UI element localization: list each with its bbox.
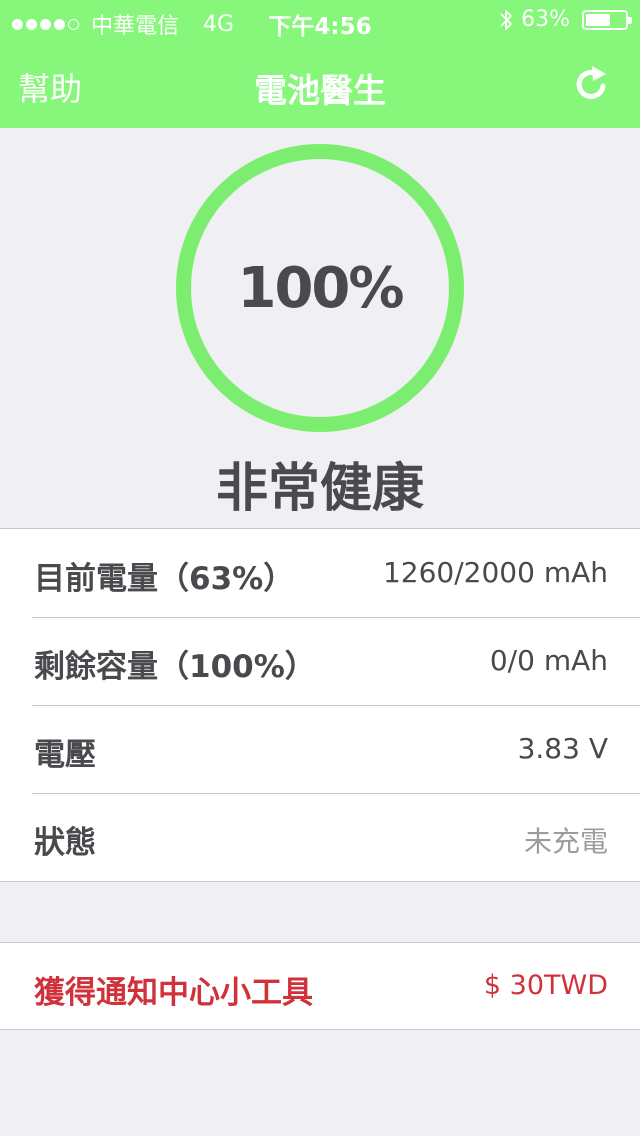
info-label: 狀態 <box>34 825 96 861</box>
bluetooth-icon <box>500 9 512 30</box>
widget-price: $ 30TWD <box>483 970 608 1001</box>
info-row-voltage: 電壓 3.83 V <box>0 705 640 793</box>
info-label: 電壓 <box>34 737 96 773</box>
battery-fill <box>586 13 610 26</box>
battery-health-gauge: 100% <box>176 144 464 432</box>
battery-icon <box>582 9 632 30</box>
status-bar: 中華電信 4G 下午4:56 63% <box>0 0 640 40</box>
info-value: 3.83 V <box>517 732 608 765</box>
gauge-percent: 100% <box>237 256 404 321</box>
info-label: 目前電量（63%） <box>34 561 295 597</box>
info-row-current-charge: 目前電量（63%） 1260/2000 mAh <box>0 529 640 617</box>
battery-nub <box>628 16 632 24</box>
info-row-status: 狀態 未充電 <box>0 793 640 881</box>
info-label: 剩餘容量（100%） <box>34 649 316 685</box>
page-title: 電池醫生 <box>254 71 386 110</box>
health-status: 非常健康 <box>215 459 424 519</box>
battery-info-list: 目前電量（63%） 1260/2000 mAh 剩餘容量（100%） 0/0 m… <box>0 528 640 882</box>
status-right: 63% <box>499 7 632 32</box>
info-value: 0/0 mAh <box>489 644 608 677</box>
get-widget-row[interactable]: 獲得通知中心小工具 $ 30TWD <box>0 942 640 1030</box>
refresh-icon[interactable] <box>570 62 614 106</box>
nav-bar: 幫助 電池醫生 <box>0 40 640 128</box>
battery-percent: 63% <box>521 7 570 32</box>
info-value: 1260/2000 mAh <box>382 556 608 589</box>
info-row-remaining-capacity: 剩餘容量（100%） 0/0 mAh <box>0 617 640 705</box>
info-value: 未充電 <box>523 825 608 858</box>
get-widget-label: 獲得通知中心小工具 <box>34 975 313 1011</box>
